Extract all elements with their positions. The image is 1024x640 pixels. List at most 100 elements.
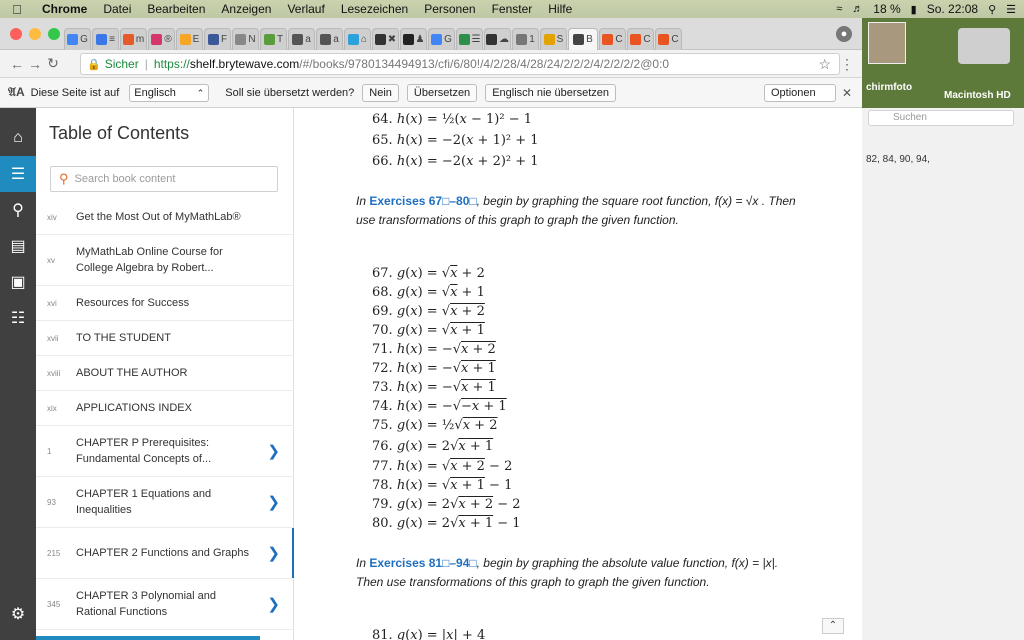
- toc-item[interactable]: xviii ABOUT THE AUTHOR: [36, 356, 294, 391]
- home-icon[interactable]: ⌂: [0, 120, 36, 156]
- browser-tab[interactable]: ☁: [484, 28, 511, 50]
- gear-icon[interactable]: ⚙: [0, 596, 36, 632]
- chevron-right-icon[interactable]: ❯: [267, 442, 280, 460]
- desktop-area: chirmfoto Macintosh HD: [862, 18, 1024, 108]
- menu-personen[interactable]: Personen: [416, 2, 483, 16]
- url-bar[interactable]: 🔒 Sicher | https:// shelf.brytewave.com …: [80, 53, 840, 75]
- image-icon[interactable]: ▣: [0, 264, 36, 300]
- browser-tab[interactable]: T: [260, 28, 287, 50]
- battery-icon[interactable]: ▮: [911, 3, 917, 16]
- menu-app[interactable]: Chrome: [34, 2, 95, 16]
- browser-tab[interactable]: ✖: [372, 28, 399, 50]
- language-select[interactable]: Englisch: [129, 83, 210, 102]
- toc-item-page: xv: [47, 255, 55, 265]
- chrome-tabstrip: G ≡ m ® E F N Ta a ⌂ ✖ ♟ G ☰ ☁ 1 S B C C C ●: [0, 18, 862, 50]
- toc-item[interactable]: xvi Resources for Success: [36, 286, 294, 321]
- profile-icon[interactable]: ●: [836, 26, 852, 42]
- background-search-input[interactable]: Suchen: [868, 110, 1014, 126]
- exercises-67-80-link[interactable]: Exercises 67□–80□: [369, 194, 476, 208]
- browser-tab[interactable]: ®: [148, 28, 175, 50]
- toc-item-label: Get the Most Out of MyMathLab®: [76, 211, 241, 223]
- toc-item-chapter-p[interactable]: 1 CHAPTER P Prerequisites: Fundamental C…: [36, 426, 294, 477]
- tab-favicon-icon: [320, 34, 332, 45]
- browser-tab[interactable]: ≡: [92, 28, 119, 50]
- exercise-78: 78. h(x) = √x + 1 − 1: [372, 478, 513, 493]
- browser-tab[interactable]: a: [316, 28, 343, 50]
- toc-item-label: CHAPTER 1 Equations and Inequalities: [76, 488, 212, 516]
- forward-button[interactable]: →: [26, 56, 44, 72]
- never-translate-button[interactable]: Englisch nie übersetzen: [485, 83, 616, 102]
- browser-tab[interactable]: a: [288, 28, 315, 50]
- exercise-77: 77. h(x) = √x + 2 − 2: [372, 459, 513, 474]
- menu-bearbeiten[interactable]: Bearbeiten: [139, 2, 213, 16]
- exercise-64: 64. h(x) = ½(x − 1)² − 1: [372, 112, 532, 127]
- browser-tab[interactable]: G: [428, 28, 455, 50]
- browser-tab[interactable]: G: [64, 28, 91, 50]
- toc-item-chapter-1[interactable]: 93 CHAPTER 1 Equations and Inequalities …: [36, 477, 294, 528]
- menu-lesezeichen[interactable]: Lesezeichen: [333, 2, 416, 16]
- bookmark-icon[interactable]: ▤: [0, 228, 36, 264]
- browser-tab[interactable]: N: [232, 28, 259, 50]
- close-window-button[interactable]: [10, 28, 22, 40]
- notes-icon[interactable]: ☷: [0, 300, 36, 336]
- hard-drive-icon[interactable]: [958, 28, 1010, 64]
- browser-tab[interactable]: ⌂: [344, 28, 371, 50]
- browser-tab[interactable]: C: [655, 28, 682, 50]
- browser-tab[interactable]: 1: [512, 28, 539, 50]
- toc-item-chapter-3[interactable]: 345 CHAPTER 3 Polynomial and Rational Fu…: [36, 579, 294, 630]
- toc-item[interactable]: xix APPLICATIONS INDEX: [36, 391, 294, 426]
- toc-list-icon[interactable]: ☰: [0, 156, 36, 192]
- exercise-71: 71. h(x) = −√x + 2: [372, 342, 496, 357]
- tab-label: C: [643, 34, 651, 45]
- tab-label: T: [276, 34, 284, 45]
- browser-tab[interactable]: B: [568, 28, 598, 50]
- zoom-window-button[interactable]: [48, 28, 60, 40]
- apple-icon[interactable]: : [0, 2, 34, 17]
- toc-item[interactable]: xvii TO THE STUDENT: [36, 321, 294, 356]
- volume-icon[interactable]: ♬: [852, 3, 863, 15]
- browser-tab[interactable]: m: [120, 28, 147, 50]
- close-translate-icon[interactable]: ✕: [842, 86, 852, 100]
- no-button[interactable]: Nein: [362, 83, 399, 102]
- battery-percent[interactable]: 18 %: [873, 2, 900, 16]
- chevron-right-icon[interactable]: ❯: [267, 493, 280, 511]
- browser-tab[interactable]: C: [599, 28, 626, 50]
- browser-tab[interactable]: E: [176, 28, 203, 50]
- tab-label: G: [444, 34, 452, 45]
- menu-verlauf[interactable]: Verlauf: [279, 2, 332, 16]
- back-button[interactable]: ←: [8, 56, 26, 72]
- menubar-clock[interactable]: So. 22:08: [927, 2, 978, 16]
- exercise-72: 72. h(x) = −√x + 1: [372, 361, 496, 376]
- toc-item-chapter-2[interactable]: 215 CHAPTER 2 Functions and Graphs ❯: [36, 528, 295, 579]
- options-select[interactable]: Optionen: [764, 83, 836, 102]
- browser-tab[interactable]: ☰: [456, 28, 483, 50]
- tab-favicon-icon: [235, 34, 247, 45]
- bookmark-star-icon[interactable]: ☆: [818, 56, 831, 73]
- toc-item[interactable]: xiv Get the Most Out of MyMathLab®: [36, 200, 294, 235]
- toc-search-input[interactable]: ⚲ Search book content: [50, 166, 278, 192]
- reload-button[interactable]: ↻: [44, 55, 62, 72]
- chevron-right-icon[interactable]: ❯: [267, 595, 280, 613]
- scroll-up-button[interactable]: ⌃: [822, 618, 844, 634]
- minimize-window-button[interactable]: [29, 28, 41, 40]
- search-icon[interactable]: ⚲: [0, 192, 36, 228]
- browser-tab[interactable]: S: [540, 28, 567, 50]
- url-path: /#/books/9780134494913/cfi/6/80!/4/2/28/…: [299, 57, 670, 71]
- wifi-icon[interactable]: ≈: [836, 3, 842, 15]
- menu-hilfe[interactable]: Hilfe: [540, 2, 580, 16]
- menu-anzeigen[interactable]: Anzeigen: [213, 2, 279, 16]
- tab-favicon-icon: [292, 34, 304, 45]
- menu-fenster[interactable]: Fenster: [484, 2, 541, 16]
- spotlight-icon[interactable]: ⚲: [988, 3, 996, 16]
- browser-tab[interactable]: C: [627, 28, 654, 50]
- notification-center-icon[interactable]: ☰: [1006, 3, 1016, 16]
- chrome-menu-icon[interactable]: ⋮: [840, 56, 854, 73]
- browser-tab[interactable]: F: [204, 28, 231, 50]
- translate-button[interactable]: Übersetzen: [406, 83, 478, 102]
- chevron-right-icon[interactable]: ❯: [267, 544, 280, 562]
- screenshot-file-icon[interactable]: [868, 22, 906, 64]
- menu-datei[interactable]: Datei: [95, 2, 139, 16]
- toc-item[interactable]: xv MyMathLab Online Course for College A…: [36, 235, 294, 286]
- exercises-81-94-link[interactable]: Exercises 81□–94□: [369, 556, 476, 570]
- browser-tab[interactable]: ♟: [400, 28, 427, 50]
